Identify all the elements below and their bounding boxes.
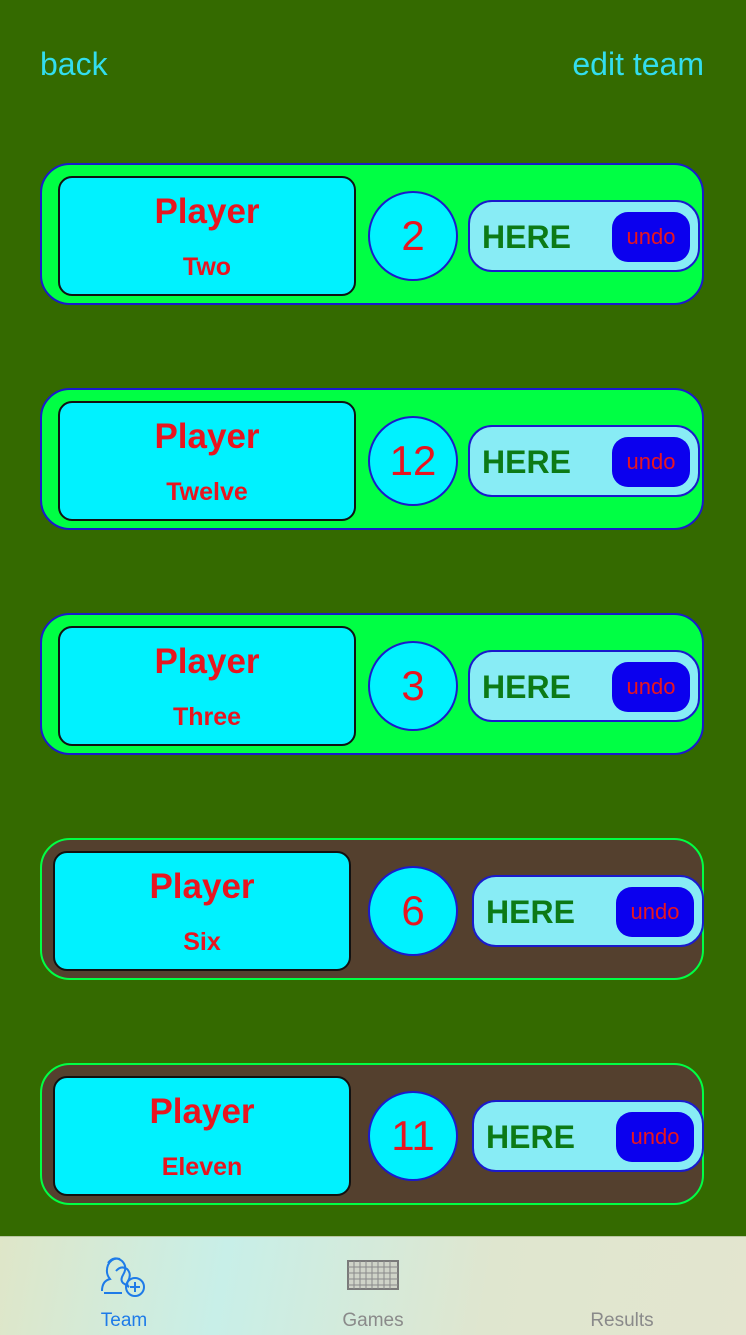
player-name-second: Twelve (166, 478, 248, 506)
player-name-button[interactable]: Player Eleven (53, 1076, 351, 1196)
player-name-first: Player (154, 417, 260, 456)
player-name-button[interactable]: Player Two (58, 176, 356, 296)
player-card: Player Two 2 HERE undo (40, 163, 704, 305)
here-toggle[interactable]: HERE undo (468, 200, 700, 272)
player-name-second: Two (182, 253, 232, 281)
here-label: HERE (482, 219, 571, 255)
goal-net-icon (249, 1251, 497, 1301)
here-toggle[interactable]: HERE undo (468, 650, 700, 722)
tab-label: Team (100, 1310, 148, 1331)
player-name-second: Three (172, 703, 242, 731)
player-name-button[interactable]: Player Six (53, 851, 351, 971)
here-label: HERE (486, 894, 575, 930)
player-name-first: Player (149, 1092, 255, 1131)
tab-bar: Team Games Results (0, 1236, 746, 1335)
back-button[interactable]: back (40, 44, 108, 84)
player-name-button[interactable]: Player Twelve (58, 401, 356, 521)
player-card: Player Three 3 HERE undo (40, 613, 704, 755)
undo-button[interactable]: undo (612, 437, 690, 487)
tab-label: Results (590, 1310, 654, 1331)
tab-team[interactable]: Team (0, 1237, 248, 1335)
player-name-button[interactable]: Player Three (58, 626, 356, 746)
undo-button[interactable]: undo (616, 1112, 694, 1162)
player-name-second: Six (183, 928, 221, 956)
here-label: HERE (486, 1119, 575, 1155)
here-toggle[interactable]: HERE undo (472, 1100, 704, 1172)
tab-label: Games (342, 1310, 404, 1331)
player-card: Player Six 6 HERE undo (40, 838, 704, 980)
player-number-badge: 2 (368, 191, 458, 281)
tab-games[interactable]: Games (249, 1237, 497, 1335)
undo-button[interactable]: undo (616, 887, 694, 937)
here-toggle[interactable]: HERE undo (468, 425, 700, 497)
player-card: Player Eleven 11 HERE undo (40, 1063, 704, 1205)
here-label: HERE (482, 669, 571, 705)
edit-team-button[interactable]: edit team (572, 44, 704, 84)
here-toggle[interactable]: HERE undo (472, 875, 704, 947)
tab-results[interactable]: Results (498, 1237, 746, 1335)
player-card: Player Twelve 12 HERE undo (40, 388, 704, 530)
undo-button[interactable]: undo (612, 212, 690, 262)
player-number-badge: 6 (368, 866, 458, 956)
player-number-badge: 3 (368, 641, 458, 731)
player-name-first: Player (154, 192, 260, 231)
player-name-second: Eleven (161, 1153, 243, 1181)
player-number-badge: 12 (368, 416, 458, 506)
results-icon (498, 1251, 746, 1301)
here-label: HERE (482, 444, 571, 480)
player-number-badge: 11 (368, 1091, 458, 1181)
undo-button[interactable]: undo (612, 662, 690, 712)
player-name-first: Player (154, 642, 260, 681)
team-add-icon (0, 1251, 248, 1301)
player-name-first: Player (149, 867, 255, 906)
